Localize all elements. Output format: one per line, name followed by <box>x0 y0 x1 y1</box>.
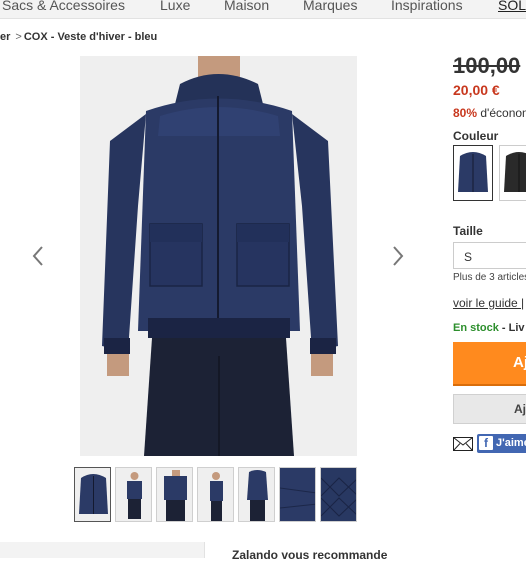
breadcrumb: er > COX - Veste d'hiver - bleu <box>0 31 157 43</box>
thumbnail-model-side-icon <box>198 468 233 521</box>
facebook-icon: f <box>479 436 493 450</box>
price-new: 20,00 € <box>453 82 500 98</box>
nav-item-soldes[interactable]: SOLDES <box>498 0 526 13</box>
in-stock-text: En stock <box>453 322 499 334</box>
breadcrumb-separator: > <box>15 31 22 43</box>
stock-note: Plus de 3 articles <box>453 272 526 283</box>
facebook-like-label: J'aime <box>496 437 526 449</box>
size-guide-link[interactable]: voir le guide | <box>453 296 524 310</box>
size-select[interactable]: S <box>453 242 526 269</box>
breadcrumb-current: COX - Veste d'hiver - bleu <box>23 31 158 43</box>
discount-text: d'économie <box>480 106 526 120</box>
previous-image-arrow-icon[interactable] <box>30 244 46 268</box>
thumbnail-quilted-lining-icon <box>321 468 356 521</box>
nav-item-maison[interactable]: Maison <box>224 0 269 13</box>
top-nav: Sacs & Accessoires Luxe Maison Marques I… <box>0 0 526 19</box>
thumbnail-model-hood-icon <box>239 468 274 521</box>
thumbnail-model-back-icon <box>157 468 192 521</box>
thumbnail-5[interactable] <box>238 467 275 522</box>
add-to-cart-button[interactable]: Aj <box>453 342 526 386</box>
stock-status: En stock - Liv <box>453 322 525 334</box>
thumbnail-jacket-front-icon <box>75 468 110 521</box>
facebook-like-button[interactable]: fJ'aime <box>477 434 526 453</box>
nav-item-sacs-accessoires[interactable]: Sacs & Accessoires <box>2 0 125 13</box>
thumbnail-4[interactable] <box>197 467 234 522</box>
discount: 80% d'économie <box>453 106 526 120</box>
email-icon[interactable] <box>453 437 473 451</box>
price-old: 100,00 <box>453 53 521 78</box>
add-to-wishlist-button[interactable]: Aj <box>453 394 526 424</box>
thumbnail-7[interactable] <box>320 467 357 522</box>
thumbnail-model-icon <box>116 468 151 521</box>
swatch-blue-jacket-icon <box>458 152 488 192</box>
discount-percentage: 80% <box>453 106 478 120</box>
thumbnail-3[interactable] <box>156 467 193 522</box>
color-swatch-black[interactable] <box>499 145 526 201</box>
color-label: Couleur <box>453 129 499 143</box>
product-main-image[interactable] <box>80 56 357 456</box>
nav-item-inspirations[interactable]: Inspirations <box>391 0 463 13</box>
thumbnail-2[interactable] <box>115 467 152 522</box>
thumbnail-fabric-detail-icon <box>280 468 315 521</box>
nav-item-luxe[interactable]: Luxe <box>160 0 190 13</box>
nav-item-marques[interactable]: Marques <box>303 0 357 13</box>
thumbnail-1[interactable] <box>74 467 111 522</box>
delivery-text: - Liv <box>501 322 525 334</box>
jacket-photo <box>80 56 357 456</box>
recommendations-title: Zalando vous recommande <box>232 548 388 562</box>
size-guide: voir le guide | <box>453 296 524 310</box>
next-image-arrow-icon[interactable] <box>390 244 406 268</box>
color-swatch-blue[interactable] <box>453 145 493 201</box>
swatch-black-jacket-icon <box>504 152 526 192</box>
size-label: Taille <box>453 224 483 238</box>
thumbnail-6[interactable] <box>279 467 316 522</box>
breadcrumb-parent[interactable]: er <box>0 31 10 43</box>
